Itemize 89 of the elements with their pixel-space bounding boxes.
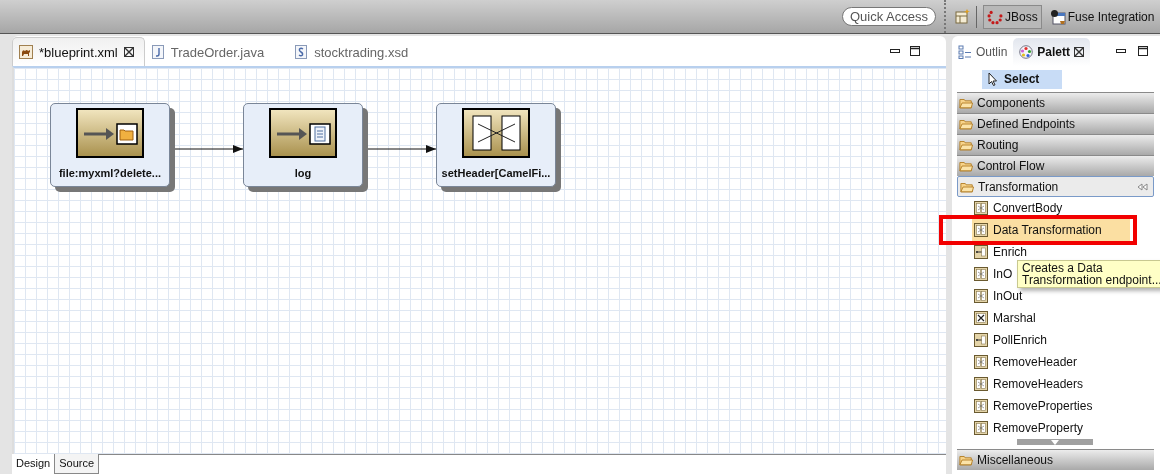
palette-item[interactable]: InOut [972, 285, 1025, 307]
processor-icon [974, 377, 988, 391]
view-tab[interactable]: Outlin [952, 38, 1014, 66]
item-label: RemoveHeaders [993, 377, 1084, 391]
drawer-header[interactable]: Routing [957, 134, 1154, 155]
drawer-label: Defined Endpoints [977, 117, 1076, 131]
scroll-down-button[interactable] [1017, 439, 1093, 445]
open-perspective-icon[interactable] [954, 8, 970, 25]
outline-icon [958, 45, 972, 59]
close-icon[interactable] [123, 47, 134, 57]
select-tool[interactable]: Select [982, 69, 1062, 89]
palette-item[interactable]: ConvertBody [972, 197, 1065, 219]
node-label: file:myxml?delete... [58, 167, 162, 179]
perspective-button[interactable]: JBoss [983, 4, 1042, 29]
drawer-label: Control Flow [977, 159, 1045, 173]
palette-item[interactable]: RemoveProperties [972, 395, 1095, 417]
enricher-icon [974, 245, 988, 259]
item-label: PollEnrich [993, 333, 1048, 347]
processor-icon [974, 201, 988, 215]
item-label: RemoveProperties [993, 399, 1093, 413]
schema-file-icon [294, 45, 309, 59]
window-icon [1049, 8, 1066, 25]
processor-icon [974, 289, 988, 303]
quick-access-field[interactable]: Quick Access [842, 7, 936, 26]
item-label: InOut [993, 289, 1023, 303]
folder-icon [959, 117, 973, 131]
node-label: setHeader[CamelFi... [441, 167, 551, 179]
processor-icon [974, 355, 988, 369]
endpoint-document-icon [269, 108, 337, 158]
item-label: ConvertBody [993, 201, 1063, 215]
drawer-header[interactable]: Control Flow [957, 155, 1154, 176]
pin-icon[interactable] [1137, 181, 1149, 192]
tab-label: Palett [1037, 45, 1071, 59]
palette-item[interactable]: RemoveProperty [972, 417, 1086, 439]
palette-icon [1019, 45, 1034, 59]
pointer-icon [986, 72, 1000, 86]
editor-tab[interactable]: TradeOrder.java [144, 38, 275, 66]
view-tab[interactable]: Palett [1013, 38, 1091, 66]
folder-icon [959, 96, 973, 110]
item-label: RemoveProperty [993, 421, 1084, 435]
palette-item[interactable]: RemoveHeader [972, 351, 1080, 373]
item-label: RemoveHeader [993, 355, 1078, 369]
drawer-header[interactable]: Components [957, 92, 1154, 113]
palette-item[interactable]: RemoveHeaders [972, 373, 1086, 395]
tooltip-text: Creates a Data [1022, 262, 1104, 274]
marshal-icon [974, 311, 988, 325]
tab-label: *blueprint.xml [39, 44, 118, 60]
drawer-label: Transformation [978, 179, 1059, 194]
palette-item[interactable]: Marshal [972, 307, 1038, 329]
enricher-icon [974, 333, 988, 347]
drawer-label: Components [977, 96, 1046, 110]
maximize-icon[interactable] [910, 46, 920, 56]
palette-item[interactable]: InO [972, 263, 1015, 285]
transform-cross-icon [462, 108, 530, 158]
palette-item[interactable]: PollEnrich [972, 329, 1050, 351]
folder-icon [959, 138, 973, 152]
tooltip-text: Transformation endpoint... [1022, 274, 1160, 286]
drawer-header[interactable]: Miscellaneous [957, 449, 1154, 470]
drawer-label: Miscellaneous [977, 453, 1054, 467]
processor-icon [974, 223, 988, 237]
processor-icon [974, 399, 988, 413]
editor-tab[interactable]: *blueprint.xml [12, 37, 145, 66]
palette-item[interactable]: Enrich [972, 241, 1029, 263]
item-label: Enrich [993, 245, 1027, 259]
drawer-header[interactable]: Transformation [957, 176, 1154, 197]
maximize-icon[interactable] [1138, 46, 1148, 56]
palette-item[interactable]: Data Transformation [972, 219, 1130, 241]
drawer-label: Routing [977, 138, 1019, 152]
endpoint-folder-icon [76, 108, 144, 158]
processor-icon [974, 421, 988, 435]
folder-icon [959, 453, 973, 467]
tab-label: stocktrading.xsd [314, 44, 409, 60]
down-arrow-icon [1051, 439, 1059, 445]
java-file-icon [150, 45, 165, 59]
tab-label: TradeOrder.java [170, 44, 265, 60]
camel-icon [19, 45, 33, 59]
dotted-ring-icon [987, 8, 1003, 25]
close-icon[interactable] [1074, 47, 1085, 57]
tab-label: Outlin [976, 45, 1008, 59]
node-label: log [294, 167, 312, 179]
item-label: InO [993, 267, 1013, 281]
editor-mode-tab[interactable]: Source [54, 454, 100, 474]
item-label: Marshal [993, 311, 1036, 325]
perspective-button[interactable]: Fuse Integration [1045, 4, 1159, 29]
item-label: Data Transformation [993, 223, 1102, 237]
drawer-header[interactable]: Defined Endpoints [957, 113, 1154, 134]
processor-icon [974, 267, 988, 281]
folder-icon [959, 159, 973, 173]
editor-tab[interactable]: stocktrading.xsd [288, 38, 419, 66]
